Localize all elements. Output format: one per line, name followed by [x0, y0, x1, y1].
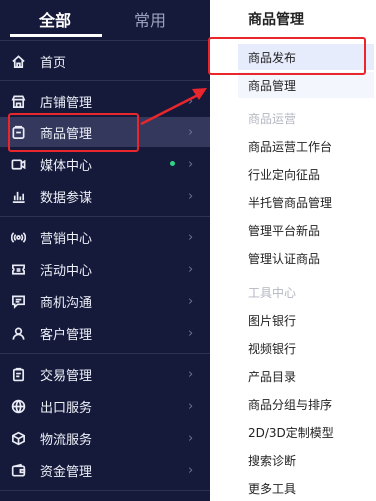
sidebar-item-label: 商品管理 — [40, 126, 93, 142]
menu-item-operations-workbench[interactable]: 商品运营工作台 — [238, 133, 374, 159]
sidebar-tabs: 全部 常用 — [0, 0, 210, 37]
menu-item-semi-managed-products[interactable]: 半托管商品管理 — [238, 189, 374, 215]
tab-frequent[interactable]: 常用 — [134, 7, 166, 31]
sidebar-item-label: 店铺管理 — [40, 95, 93, 111]
menu-item-product-catalog[interactable]: 产品目录 — [238, 363, 374, 389]
ticket-icon — [10, 261, 26, 277]
chevron-right-icon: › — [188, 462, 194, 478]
chevron-right-icon: › — [188, 325, 194, 341]
menu-item-industry-solicitation[interactable]: 行业定向征品 — [238, 161, 374, 187]
sidebar-item-logistics-services[interactable]: 物流服务 › — [0, 423, 210, 453]
goods-icon — [10, 124, 26, 140]
sidebar-item-label: 数据参谋 — [40, 190, 93, 206]
store-icon — [10, 93, 26, 109]
package-icon — [10, 430, 26, 446]
bar-chart-icon — [10, 188, 26, 204]
chevron-right-icon: › — [188, 398, 194, 414]
chevron-right-icon: › — [188, 366, 194, 382]
sidebar-item-label: 交易管理 — [40, 368, 93, 384]
sidebar-item-label: 首页 — [40, 55, 67, 71]
sidebar-item-customer-management[interactable]: 客户管理 › — [0, 318, 210, 348]
menu-item-search-diagnosis[interactable]: 搜索诊断 — [238, 447, 374, 473]
chevron-right-icon: › — [188, 430, 194, 446]
menu-item-more-tools[interactable]: 更多工具 — [238, 475, 374, 501]
sidebar: 全部 常用 首页 店铺管理 › 商品管理 › 媒体中心 › 数据参谋 › 营销中… — [0, 0, 210, 501]
menu-item-manage-products[interactable]: 商品管理 — [238, 72, 374, 98]
menu-item-video-bank[interactable]: 视频银行 — [238, 335, 374, 361]
sidebar-item-label: 营销中心 — [40, 231, 93, 247]
sidebar-item-store-management[interactable]: 店铺管理 › — [0, 86, 210, 116]
sidebar-divider — [0, 353, 210, 354]
chat-icon — [10, 293, 26, 309]
tab-all[interactable]: 全部 — [39, 7, 71, 31]
panel-title: 商品管理 — [248, 12, 304, 28]
chevron-right-icon: › — [188, 229, 194, 245]
globe-icon — [10, 398, 26, 414]
sidebar-item-opportunity-communication[interactable]: 商机沟通 › — [0, 286, 210, 316]
sidebar-item-label: 媒体中心 — [40, 158, 93, 174]
sidebar-divider — [0, 216, 210, 217]
sidebar-item-goods-management[interactable]: 商品管理 › — [0, 117, 210, 147]
chevron-right-icon: › — [188, 293, 194, 309]
clipboard-icon — [10, 366, 26, 382]
wallet-icon — [10, 462, 26, 478]
sidebar-item-label: 活动中心 — [40, 263, 93, 279]
chevron-right-icon: › — [188, 156, 194, 172]
sidebar-divider — [0, 80, 210, 81]
chevron-right-icon: › — [188, 188, 194, 204]
sidebar-item-label: 商机沟通 — [40, 295, 93, 311]
menu-item-image-bank[interactable]: 图片银行 — [238, 307, 374, 333]
sidebar-item-home[interactable]: 首页 — [0, 46, 210, 76]
sidebar-item-marketing-center[interactable]: 营销中心 › — [0, 222, 210, 252]
media-icon — [10, 156, 26, 172]
chevron-right-icon: › — [188, 93, 194, 109]
sidebar-item-funds-management[interactable]: 资金管理 › — [0, 455, 210, 485]
menu-item-certified-products[interactable]: 管理认证商品 — [238, 245, 374, 271]
home-icon — [10, 53, 26, 69]
menu-item-grouping-sorting[interactable]: 商品分组与排序 — [238, 391, 374, 417]
menu-item-platform-new-products[interactable]: 管理平台新品 — [238, 217, 374, 243]
sidebar-divider — [0, 490, 210, 491]
sidebar-item-label: 物流服务 — [40, 432, 93, 448]
sidebar-item-label: 资金管理 — [40, 464, 93, 480]
chevron-right-icon: › — [188, 261, 194, 277]
sidebar-item-trade-management[interactable]: 交易管理 › — [0, 359, 210, 389]
user-icon — [10, 325, 26, 341]
broadcast-icon — [10, 229, 26, 245]
new-status-dot — [170, 161, 175, 166]
active-tab-indicator — [10, 34, 102, 37]
sidebar-item-activity-center[interactable]: 活动中心 › — [0, 254, 210, 284]
menu-item-custom-models[interactable]: 2D/3D定制模型 — [238, 419, 374, 445]
submenu-panel: 商品管理 商品发布 商品管理 商品运营 商品运营工作台 行业定向征品 半托管商品… — [210, 0, 376, 501]
sidebar-item-export-services[interactable]: 出口服务 › — [0, 391, 210, 421]
chevron-right-icon: › — [188, 124, 194, 140]
sidebar-item-label: 出口服务 — [40, 400, 93, 416]
section-heading-operations: 商品运营 — [248, 112, 297, 126]
sidebar-item-label: 客户管理 — [40, 327, 93, 343]
section-heading-tools: 工具中心 — [248, 286, 297, 300]
menu-item-publish-product[interactable]: 商品发布 — [238, 44, 374, 70]
sidebar-item-media-center[interactable]: 媒体中心 › — [0, 149, 210, 179]
sidebar-item-data-advisor[interactable]: 数据参谋 › — [0, 181, 210, 211]
sidebar-divider — [0, 40, 210, 41]
